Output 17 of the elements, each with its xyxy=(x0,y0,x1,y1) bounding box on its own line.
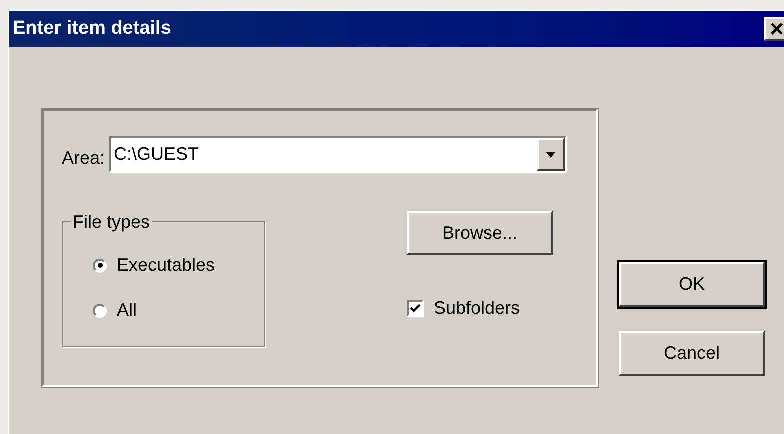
dialog-button[interactable]: Cancel xyxy=(619,331,765,376)
check-icon xyxy=(410,304,421,313)
radio-label: Executables xyxy=(117,254,216,277)
window-title: Enter item details xyxy=(13,16,172,41)
close-button[interactable] xyxy=(764,17,784,41)
browse-button[interactable]: Browse... xyxy=(407,211,553,255)
dialog-button[interactable]: OK xyxy=(619,262,765,307)
checkbox-label: Subfolders xyxy=(434,297,520,320)
checkbox[interactable] xyxy=(407,300,424,317)
caret-icon xyxy=(546,152,556,158)
close-icon xyxy=(771,23,783,35)
area-label: Area: xyxy=(62,147,106,170)
area-combo-box[interactable]: C:\GUEST xyxy=(109,136,568,173)
radio-button[interactable] xyxy=(93,258,107,272)
dropdown-button[interactable] xyxy=(537,138,566,171)
radio-label: All xyxy=(117,299,138,322)
radio-button[interactable] xyxy=(93,304,107,318)
